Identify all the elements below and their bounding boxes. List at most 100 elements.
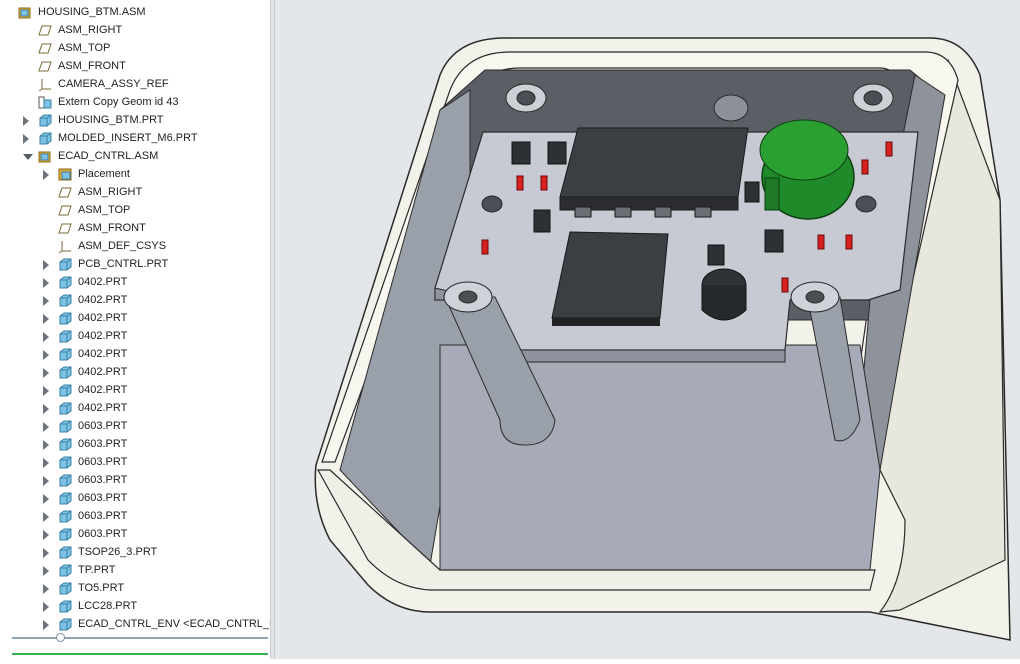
expand-arrow-icon[interactable]: [43, 296, 49, 306]
tree-item[interactable]: ASM_RIGHT: [0, 22, 270, 40]
part-icon: [58, 492, 72, 505]
tree-item[interactable]: 0603.PRT: [0, 508, 270, 526]
smd-part: [547, 141, 567, 165]
buzzer-lead: [764, 177, 780, 211]
part-icon: [58, 600, 72, 613]
buzzer-top: [759, 119, 849, 181]
expand-arrow-icon[interactable]: [43, 530, 49, 540]
tree-item[interactable]: 0402.PRT: [0, 310, 270, 328]
horizontal-scrollbar-track[interactable]: [12, 637, 268, 639]
expand-arrow-icon[interactable]: [43, 422, 49, 432]
tree-item[interactable]: 0402.PRT: [0, 364, 270, 382]
expand-arrow-icon[interactable]: [43, 584, 49, 594]
tree-item[interactable]: CAMERA_ASSY_REF: [0, 76, 270, 94]
expand-arrow-icon[interactable]: [23, 134, 29, 144]
led-part: [845, 234, 853, 250]
part-icon: [58, 384, 72, 397]
tree-item-label: 0402.PRT: [78, 294, 128, 306]
smd-part: [511, 141, 531, 165]
assembly-icon: [18, 6, 32, 19]
expand-arrow-icon[interactable]: [43, 548, 49, 558]
tree-item[interactable]: PCB_CNTRL.PRT: [0, 256, 270, 274]
expand-arrow-icon[interactable]: [43, 602, 49, 612]
tree-item[interactable]: 0402.PRT: [0, 346, 270, 364]
tree-item-label: ASM_DEF_CSYS: [78, 240, 167, 252]
horizontal-scrollbar-thumb[interactable]: [56, 633, 65, 642]
tree-item[interactable]: LCC28.PRT: [0, 598, 270, 616]
tree-item-label: Extern Copy Geom id 43: [58, 96, 179, 108]
smd-part: [764, 229, 784, 253]
tree-item[interactable]: ASM_FRONT: [0, 58, 270, 76]
tree-item[interactable]: ASM_TOP: [0, 40, 270, 58]
tree-item-label: ASM_FRONT: [78, 222, 146, 234]
led-part: [781, 277, 789, 293]
part-icon: [58, 474, 72, 487]
model-3d-view: [314, 37, 1011, 641]
smd-part: [744, 181, 760, 203]
tree-item-label: 0402.PRT: [78, 366, 128, 378]
tree-item-label: 0402.PRT: [78, 276, 128, 288]
tree-item[interactable]: ECAD_CNTRL.ASM: [0, 148, 270, 166]
expand-arrow-icon[interactable]: [43, 368, 49, 378]
tree-item-label: Placement: [78, 168, 130, 180]
expand-arrow-icon[interactable]: [43, 386, 49, 396]
led-part: [540, 175, 548, 191]
tree-item[interactable]: TSOP26_3.PRT: [0, 544, 270, 562]
tree-item-label: TO5.PRT: [78, 582, 125, 594]
tree-item[interactable]: ASM_RIGHT: [0, 184, 270, 202]
expand-arrow-icon[interactable]: [43, 350, 49, 360]
expand-arrow-icon[interactable]: [43, 494, 49, 504]
expand-arrow-icon[interactable]: [43, 314, 49, 324]
tree-item[interactable]: 0402.PRT: [0, 400, 270, 418]
part-icon: [58, 348, 72, 361]
expand-arrow-icon[interactable]: [43, 332, 49, 342]
tree-item[interactable]: ASM_TOP: [0, 202, 270, 220]
graphics-viewport[interactable]: [275, 0, 1020, 659]
expand-arrow-icon[interactable]: [43, 566, 49, 576]
tree-item[interactable]: 0402.PRT: [0, 274, 270, 292]
tree-item-label: 0603.PRT: [78, 474, 128, 486]
led-part: [481, 239, 489, 255]
datum-plane-icon: [58, 204, 72, 217]
part-icon: [58, 456, 72, 469]
tree-item[interactable]: TP.PRT: [0, 562, 270, 580]
expand-arrow-icon[interactable]: [43, 278, 49, 288]
coordinate-system-icon: [38, 78, 52, 92]
tree-item[interactable]: ECAD_CNTRL_ENV <ECAD_CNTRL_EN\: [0, 616, 270, 634]
tree-item[interactable]: 0402.PRT: [0, 328, 270, 346]
smd-part: [707, 244, 725, 266]
expand-arrow-icon[interactable]: [23, 116, 29, 126]
tree-item[interactable]: MOLDED_INSERT_M6.PRT: [0, 130, 270, 148]
expand-arrow-icon[interactable]: [43, 620, 49, 630]
expand-arrow-icon[interactable]: [43, 404, 49, 414]
tree-item[interactable]: ASM_DEF_CSYS: [0, 238, 270, 256]
tree-item[interactable]: TO5.PRT: [0, 580, 270, 598]
tree-item-label: ECAD_CNTRL.ASM: [58, 150, 159, 162]
tree-item[interactable]: 0603.PRT: [0, 490, 270, 508]
led-part: [861, 159, 869, 175]
part-icon: [58, 510, 72, 523]
expand-arrow-icon[interactable]: [43, 440, 49, 450]
expand-arrow-icon[interactable]: [43, 260, 49, 270]
expand-arrow-icon[interactable]: [43, 170, 49, 180]
tree-item[interactable]: 0402.PRT: [0, 292, 270, 310]
expand-arrow-icon[interactable]: [43, 512, 49, 522]
tree-item[interactable]: 0603.PRT: [0, 472, 270, 490]
smd-part: [533, 209, 551, 233]
tree-item[interactable]: ASM_FRONT: [0, 220, 270, 238]
expand-arrow-icon[interactable]: [43, 458, 49, 468]
tree-item[interactable]: 0603.PRT: [0, 418, 270, 436]
tree-item-label: 0402.PRT: [78, 348, 128, 360]
tree-item[interactable]: 0402.PRT: [0, 382, 270, 400]
tree-item[interactable]: HOUSING_BTM.PRT: [0, 112, 270, 130]
tree-item[interactable]: 0603.PRT: [0, 454, 270, 472]
tree-item[interactable]: Extern Copy Geom id 43: [0, 94, 270, 112]
expand-arrow-open-icon[interactable]: [23, 154, 33, 160]
tree-item[interactable]: 0603.PRT: [0, 436, 270, 454]
tree-item[interactable]: Placement: [0, 166, 270, 184]
tree-item[interactable]: 0603.PRT: [0, 526, 270, 544]
datum-plane-icon: [58, 186, 72, 199]
expand-arrow-icon[interactable]: [43, 476, 49, 486]
tree-item[interactable]: HOUSING_BTM.ASM: [0, 4, 270, 22]
model-tree: HOUSING_BTM.ASM ASM_RIGHT ASM_TOP ASM_FRONT…: [0, 0, 270, 659]
